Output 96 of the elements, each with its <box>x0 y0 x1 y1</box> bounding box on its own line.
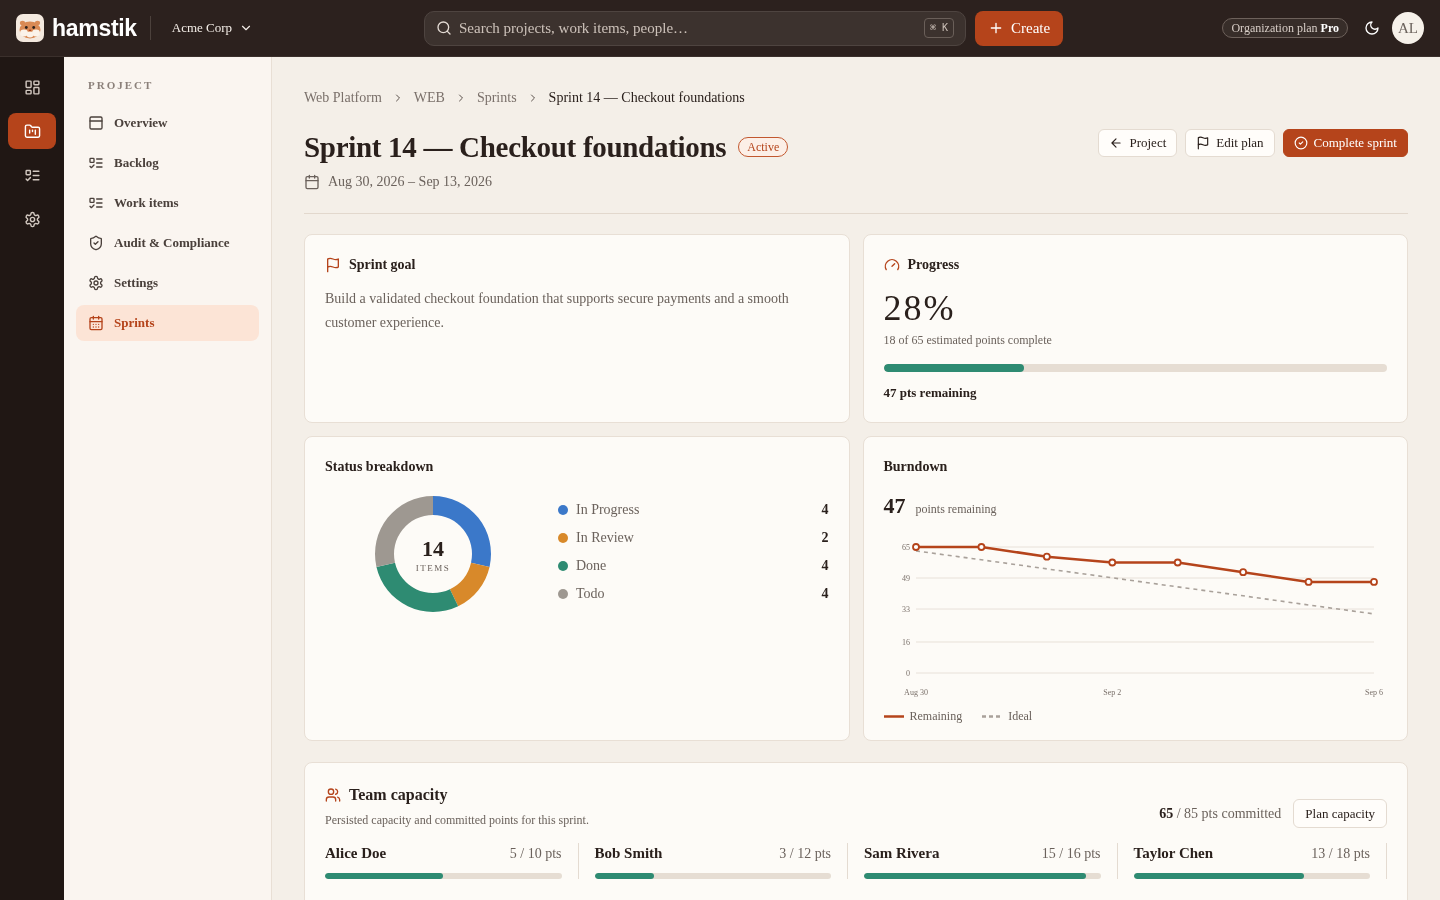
users-icon <box>325 787 341 803</box>
progress-percent: 28% <box>883 288 957 328</box>
member-points: 3 / 12 pts <box>779 845 831 863</box>
dashed-line-swatch-icon <box>982 714 1003 718</box>
edit-plan-button[interactable]: Edit plan <box>1185 129 1275 157</box>
arrow-left-icon <box>1109 136 1124 150</box>
member-points: 5 / 10 pts <box>509 845 562 863</box>
check-circle-icon <box>1293 136 1308 150</box>
data-point <box>1369 578 1378 586</box>
data-point <box>977 543 985 551</box>
legend-count: 4 <box>821 502 829 518</box>
sidebar-item[interactable]: Sprints <box>76 305 259 341</box>
legend-label: In Progress <box>576 502 640 518</box>
shortcut-hint: ⌘ K <box>923 18 954 38</box>
breadcrumb-link[interactable]: Sprints <box>476 89 517 107</box>
date-range: Aug 30, 2026 – Sep 13, 2026 <box>328 173 493 191</box>
legend-label: Ideal <box>1008 708 1033 724</box>
create-button[interactable]: Create <box>975 10 1064 46</box>
folder-icon <box>23 122 41 140</box>
member-name: Alice Doe <box>325 844 387 863</box>
checklist-icon <box>88 155 104 171</box>
goal-text: Build a validated checkout foundation that supports secure payments and a smooth customer experience. <box>325 290 790 332</box>
window-icon <box>88 115 104 131</box>
axis-label: Sep 6 <box>1364 688 1383 697</box>
legend-label: In Review <box>576 530 634 546</box>
legend-label: Todo <box>576 586 605 602</box>
status-badge: Active <box>738 137 789 157</box>
axis-label: 16 <box>901 637 910 647</box>
legend-count: 2 <box>821 530 829 546</box>
dashboard-icon <box>23 78 41 96</box>
legend-count: 4 <box>821 586 829 602</box>
total-count: 14 <box>422 536 444 561</box>
legend-label: Done <box>576 558 607 574</box>
search-icon <box>436 20 452 36</box>
axis-label: 0 <box>905 668 910 678</box>
checklist-icon <box>88 195 104 211</box>
axis-label: 49 <box>901 573 910 583</box>
data-point <box>1042 552 1051 561</box>
card-subtitle: Persisted capacity and committed points for this sprint. <box>325 812 589 828</box>
sidebar-item[interactable]: Work items <box>76 185 259 221</box>
data-point <box>1238 568 1247 577</box>
member-name: Bob Smith <box>594 844 663 863</box>
card-title: Team capacity <box>349 785 448 806</box>
card-title: Progress <box>907 256 960 274</box>
data-point <box>1173 558 1182 567</box>
breadcrumb-link[interactable]: Web Platform <box>304 89 382 107</box>
settings-icon <box>23 210 41 228</box>
member-name: Taylor Chen <box>1133 844 1214 863</box>
brand-name: hamstik <box>52 14 137 42</box>
complete-sprint-button[interactable]: Complete sprint <box>1282 129 1408 157</box>
capacity-summary: 65 / 85 pts committed <box>1159 805 1282 822</box>
member-points: 15 / 16 pts <box>1041 845 1101 863</box>
calendar-icon <box>88 315 104 331</box>
sidebar-item[interactable]: Audit & Compliance <box>76 225 259 261</box>
sidebar-item[interactable]: Settings <box>76 265 259 301</box>
moon-icon[interactable] <box>1364 20 1380 36</box>
legend-count: 4 <box>821 558 829 574</box>
settings-icon <box>88 275 104 291</box>
member-name: Sam Rivera <box>864 844 940 863</box>
breadcrumb-current: Sprint 14 — Checkout foundations <box>548 89 745 107</box>
page-title: Sprint 14 — Checkout foundations <box>304 130 727 165</box>
legend-label: Remaining <box>909 708 963 724</box>
remaining-points: 47 pts remaining <box>883 384 978 402</box>
plan-badge: Organization plan Pro <box>1222 18 1348 38</box>
data-point <box>1107 558 1116 567</box>
plus-icon <box>988 20 1004 36</box>
axis-label: Sep 2 <box>1102 688 1121 697</box>
burndown-value: 47 <box>883 492 906 520</box>
gauge-icon <box>883 257 900 273</box>
back-button[interactable]: Project <box>1098 129 1178 157</box>
user-avatar[interactable]: AL <box>1392 12 1424 44</box>
flag-icon <box>1196 136 1211 150</box>
card-title: Sprint goal <box>349 256 416 274</box>
axis-label: 65 <box>901 542 910 552</box>
data-point <box>911 543 920 551</box>
workspace-switcher[interactable]: Acme Corp <box>171 20 254 36</box>
total-label: ITEMS <box>415 563 451 573</box>
progress-caption: 18 of 65 estimated points complete <box>883 332 1053 348</box>
burndown-value-label: points remaining <box>915 501 997 518</box>
line-swatch-icon <box>883 714 904 718</box>
shield-check-icon <box>88 235 104 251</box>
data-point <box>1304 578 1312 586</box>
animal-logo-icon[interactable] <box>16 14 44 42</box>
plan-capacity-button[interactable]: Plan capacity <box>1293 799 1387 828</box>
card-title: Status breakdown <box>325 458 434 476</box>
axis-label: 33 <box>901 604 910 614</box>
member-points: 13 / 18 pts <box>1311 845 1370 863</box>
sidebar-item[interactable]: Backlog <box>76 145 259 181</box>
breadcrumb-link[interactable]: WEB <box>413 89 445 107</box>
card-title: Burndown <box>883 458 948 476</box>
section-heading: PROJECT <box>87 78 155 93</box>
rail-button[interactable] <box>8 113 56 149</box>
calendar-icon <box>304 174 320 190</box>
sidebar-item[interactable]: Overview <box>76 105 259 141</box>
flag-icon <box>325 257 341 273</box>
axis-label: Aug 30 <box>903 688 928 697</box>
